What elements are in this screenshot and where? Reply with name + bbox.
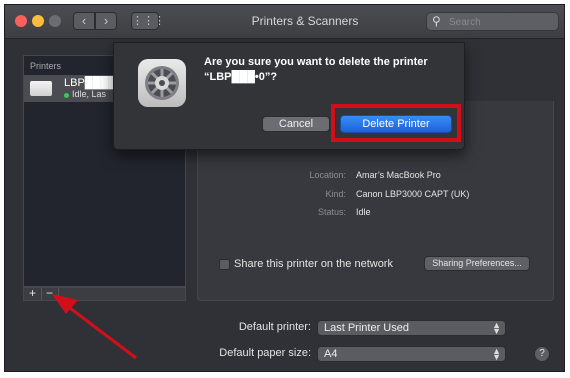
annotation-arrow-icon: [52, 294, 137, 360]
